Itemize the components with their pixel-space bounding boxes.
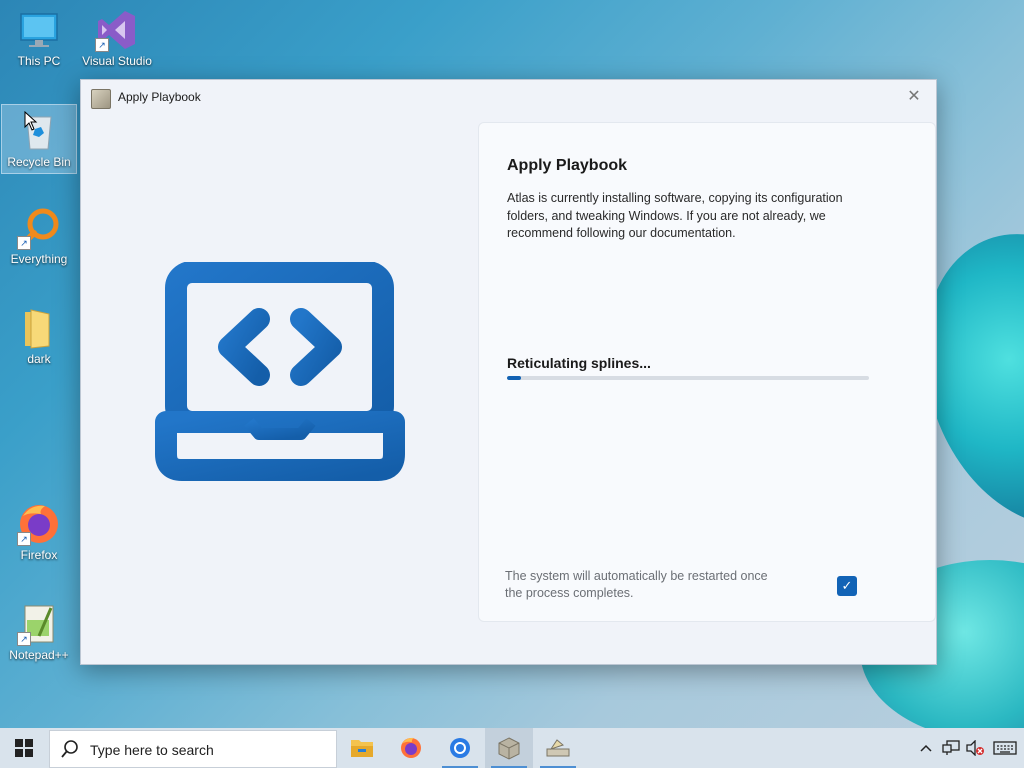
keyboard-icon xyxy=(993,741,1017,755)
checkmark-icon: ✓ xyxy=(841,578,853,593)
desktop-icon-everything[interactable]: ↗ Everything xyxy=(2,206,76,266)
desktop-icon-label: Firefox xyxy=(20,548,58,562)
desktop-icon-firefox[interactable]: ↗ Firefox xyxy=(2,502,76,562)
close-button[interactable]: ✕ xyxy=(892,80,936,112)
desktop-icon-dark-folder[interactable]: dark xyxy=(2,306,76,366)
desktop-icon-label: This PC xyxy=(17,54,61,68)
window-title: Apply Playbook xyxy=(118,90,201,104)
taskbar-file-explorer[interactable] xyxy=(338,728,386,768)
shortcut-arrow-icon: ↗ xyxy=(95,38,109,52)
file-explorer-icon xyxy=(351,740,373,757)
desktop-icon-recycle-bin[interactable]: Recycle Bin xyxy=(1,104,77,174)
restart-checkbox[interactable]: ✓ xyxy=(837,576,857,596)
apply-playbook-window: Apply Playbook ✕ Apply Playbook Atlas is… xyxy=(80,79,937,665)
restart-note: The system will automatically be restart… xyxy=(505,569,768,600)
taskbar-installer[interactable] xyxy=(534,728,582,768)
browser-icon xyxy=(450,738,470,758)
progress-status: Reticulating splines... xyxy=(507,355,651,371)
shortcut-arrow-icon: ↗ xyxy=(17,632,31,646)
card-description: Atlas is currently installing software, … xyxy=(507,191,843,240)
tray-volume[interactable] xyxy=(964,728,986,768)
search-input[interactable] xyxy=(88,739,332,761)
taskbar xyxy=(0,728,1024,768)
app-package-icon xyxy=(498,737,520,760)
notepad-plus-plus-icon: ↗ xyxy=(17,602,61,646)
chevron-up-icon xyxy=(920,744,932,752)
app-package-icon xyxy=(91,89,111,109)
progress-bar-fill xyxy=(507,376,522,380)
tray-overflow-button[interactable] xyxy=(916,728,936,768)
tray-keyboard[interactable] xyxy=(990,728,1020,768)
shortcut-arrow-icon: ↗ xyxy=(17,236,31,250)
desktop-icon-visual-studio[interactable]: ↗ Visual Studio 2017 xyxy=(80,8,154,68)
progress-bar xyxy=(507,376,869,380)
network-icon xyxy=(942,740,960,755)
start-button[interactable] xyxy=(0,728,48,768)
taskbar-search-box[interactable] xyxy=(49,730,337,768)
mouse-cursor-icon xyxy=(24,111,38,131)
search-icon xyxy=(60,739,80,759)
desktop-icon-label: dark xyxy=(27,352,51,366)
folder-icon xyxy=(17,306,61,350)
title-bar[interactable]: Apply Playbook ✕ xyxy=(81,80,936,116)
desktop-icon-this-pc[interactable]: This PC xyxy=(2,8,76,68)
close-icon: ✕ xyxy=(907,88,921,105)
desktop-icon-label: Notepad++ xyxy=(9,648,69,662)
illustration-pane xyxy=(81,116,478,664)
taskbar-browser[interactable] xyxy=(436,728,484,768)
magnifier-orange-icon: ↗ xyxy=(17,206,61,250)
monitor-icon xyxy=(17,8,61,52)
desktop-icon-label: Everything xyxy=(10,252,68,266)
windows-logo-icon xyxy=(15,739,33,757)
taskbar-firefox[interactable] xyxy=(387,728,435,768)
firefox-icon: ↗ xyxy=(17,502,61,546)
taskbar-apply-playbook[interactable] xyxy=(485,728,533,768)
card-heading: Apply Playbook xyxy=(507,157,628,174)
firefox-icon xyxy=(401,737,421,758)
shortcut-arrow-icon: ↗ xyxy=(17,532,31,546)
tray-network[interactable] xyxy=(940,728,962,768)
desktop-icon-label: Visual Studio 2017 xyxy=(82,54,152,68)
desktop-icon-label: Recycle Bin xyxy=(7,155,71,169)
visual-studio-icon: ↗ xyxy=(95,8,139,52)
laptop-code-icon xyxy=(155,262,405,481)
volume-muted-icon xyxy=(966,740,984,756)
desktop-icon-notepad-plus-plus[interactable]: ↗ Notepad++ xyxy=(2,602,76,662)
playbook-card: Apply Playbook Atlas is currently instal… xyxy=(478,122,936,622)
installer-icon xyxy=(546,739,570,757)
